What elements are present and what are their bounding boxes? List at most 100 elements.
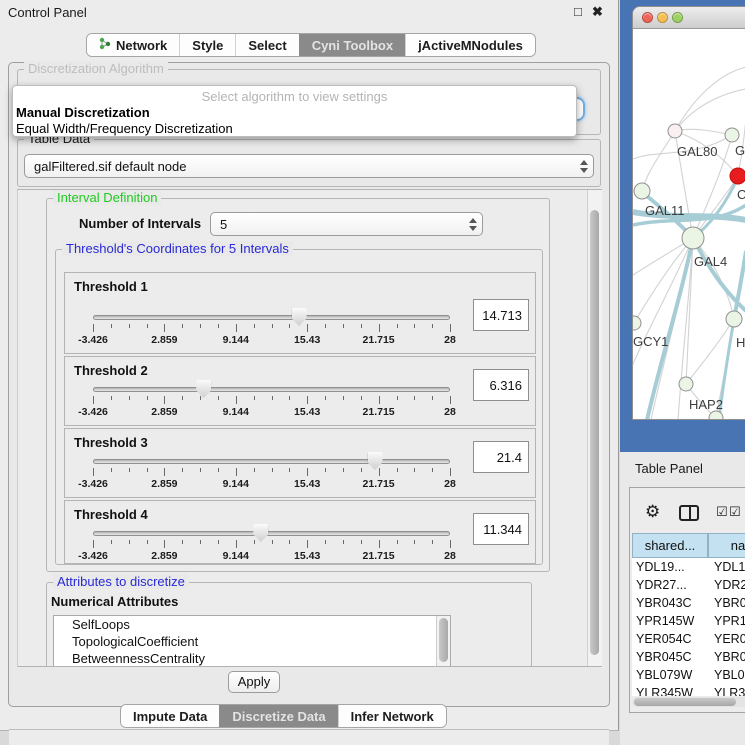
slider-tick: [325, 324, 326, 328]
num-intervals-combo[interactable]: 5: [210, 212, 483, 236]
slider-tick: [218, 468, 219, 472]
tab-impute-data[interactable]: Impute Data: [121, 705, 219, 727]
network-view-window: GAL80GCGAL11GAL4GCY1HHAP2: [632, 6, 745, 420]
control-panel-tabbar: NetworkStyleSelectCyni ToolboxjActiveMNo…: [86, 33, 536, 57]
slider-track[interactable]: [93, 315, 450, 320]
close-window-icon[interactable]: ✖: [592, 4, 603, 20]
slider-tick-label: 15.43: [294, 334, 320, 346]
column-checkbox-icon[interactable]: ☑: [716, 505, 728, 520]
slider-tick: [236, 324, 237, 332]
table-row[interactable]: YDR27...YDR2: [632, 576, 745, 594]
table-row[interactable]: YBR043CYBR0: [632, 594, 745, 612]
tab-network[interactable]: Network: [87, 34, 179, 56]
list-scrollbar[interactable]: [436, 616, 450, 667]
apply-button[interactable]: Apply: [228, 671, 280, 693]
dropdown-option[interactable]: Equal Width/Frequency Discretization: [16, 121, 568, 136]
table-row[interactable]: YER054CYER0: [632, 630, 745, 648]
tab-infer-network[interactable]: Infer Network: [338, 705, 446, 727]
network-node-green[interactable]: [709, 411, 723, 420]
tab-select[interactable]: Select: [235, 34, 298, 56]
table-row[interactable]: YBL079WYBL0: [632, 666, 745, 684]
slider-tick: [129, 396, 130, 400]
slider-tick: [414, 396, 415, 400]
slider-tick: [307, 396, 308, 404]
slider-thumb[interactable]: [253, 524, 268, 542]
slider-tick-label: 28: [444, 406, 456, 418]
list-item[interactable]: TopologicalCoefficient: [54, 633, 450, 650]
slider-track[interactable]: [93, 459, 450, 464]
network-node-red[interactable]: [730, 168, 745, 184]
slider-track[interactable]: [93, 387, 450, 392]
table-row[interactable]: YPR145WYPR1: [632, 612, 745, 630]
dropdown-option[interactable]: Manual Discretization: [16, 105, 568, 120]
network-node-green[interactable]: [726, 311, 742, 327]
network-node-green[interactable]: [634, 183, 650, 199]
interval-definition-group: Interval Definition Number of Intervals …: [46, 198, 550, 572]
table-row[interactable]: YDL19...YDL1: [632, 558, 745, 576]
slider-tick-label: -3.426: [78, 550, 108, 562]
network-node-green[interactable]: [725, 128, 739, 142]
column-header-name[interactable]: na: [708, 533, 745, 558]
split-view-icon[interactable]: [679, 505, 699, 521]
slider-thumb[interactable]: [196, 380, 211, 398]
slider-track[interactable]: [93, 531, 450, 536]
table-row[interactable]: YBR045CYBR0: [632, 648, 745, 666]
network-node-green[interactable]: [633, 316, 641, 330]
network-node-green[interactable]: [679, 377, 693, 391]
table-hscrollbar-thumb[interactable]: [634, 698, 736, 706]
main-scrollbar-thumb[interactable]: [590, 210, 599, 655]
network-edge: [686, 319, 734, 384]
cell-shared-name: YBL079W: [636, 668, 692, 682]
tab-style[interactable]: Style: [179, 34, 235, 56]
minimize-traffic-light[interactable]: [657, 12, 668, 23]
slider-tick: [182, 324, 183, 328]
slider-tick: [236, 540, 237, 548]
slider-thumb[interactable]: [292, 308, 307, 326]
column-checkbox-icon[interactable]: ☑: [729, 505, 741, 520]
slider-tick: [397, 324, 398, 328]
slider-tick: [432, 396, 433, 400]
network-window-titlebar[interactable]: [633, 7, 745, 29]
slider-tick: [147, 540, 148, 544]
column-header-shared-name[interactable]: shared...: [632, 533, 708, 558]
slider-tick: [111, 540, 112, 544]
threshold-value-field[interactable]: 11.344: [473, 513, 529, 545]
gear-icon[interactable]: ⚙: [645, 503, 660, 520]
network-node-green[interactable]: [682, 227, 704, 249]
tab-cyni-toolbox[interactable]: Cyni Toolbox: [299, 34, 405, 56]
network-edge: [642, 131, 675, 191]
tab-label: Discretize Data: [232, 709, 325, 724]
table-hscrollbar[interactable]: [632, 697, 745, 707]
numerical-attributes-list[interactable]: SelfLoopsTopologicalCoefficientBetweenne…: [53, 615, 451, 667]
threshold-value-field[interactable]: 6.316: [473, 369, 529, 401]
main-scrollbar[interactable]: [587, 190, 602, 667]
network-canvas[interactable]: GAL80GCGAL11GAL4GCY1HHAP2: [633, 29, 745, 420]
tab-jactivemnodules[interactable]: jActiveMNodules: [405, 34, 535, 56]
screen: Control Panel □ ✖ NetworkStyleSelectCyni…: [0, 0, 745, 745]
slider-tick: [93, 324, 94, 332]
slider-tick: [164, 324, 165, 332]
slider-thumb[interactable]: [368, 452, 383, 470]
table-data-combo[interactable]: galFiltered.sif default node: [24, 154, 594, 178]
slider-tick: [343, 396, 344, 400]
list-scrollbar-thumb[interactable]: [439, 618, 448, 662]
group-title: Interval Definition: [53, 190, 161, 205]
list-item[interactable]: SelfLoops: [54, 616, 450, 633]
slider-tick: [254, 396, 255, 400]
close-traffic-light[interactable]: [642, 12, 653, 23]
table-panel-title: Table Panel: [635, 461, 703, 476]
threshold-value-field[interactable]: 21.4: [473, 441, 529, 473]
slider-tick: [182, 540, 183, 544]
threshold-value-field[interactable]: 14.713: [473, 299, 529, 331]
table-row[interactable]: YLR345WYLR3: [632, 684, 745, 696]
slider-tick: [129, 468, 130, 472]
zoom-traffic-light[interactable]: [672, 12, 683, 23]
float-window-icon[interactable]: □: [574, 4, 582, 20]
node-table: ⚙ ☑ ☑ shared... na YDL19...YDL1YDR27...Y…: [629, 487, 745, 713]
network-node-pink[interactable]: [668, 124, 682, 138]
tab-discretize-data[interactable]: Discretize Data: [219, 705, 337, 727]
cell-name: YER0: [714, 632, 745, 646]
slider-tick: [432, 324, 433, 328]
slider-tick: [307, 540, 308, 548]
list-item[interactable]: BetweennessCentrality: [54, 650, 450, 667]
